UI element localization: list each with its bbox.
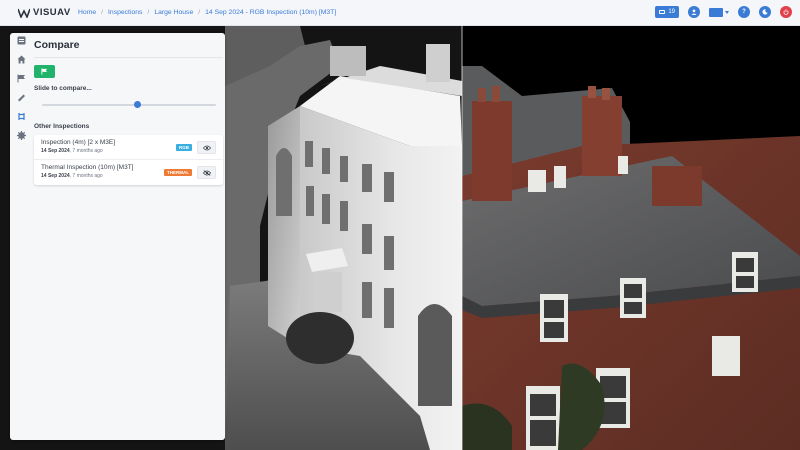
ruler-icon xyxy=(17,94,25,101)
dark-mode-button[interactable] xyxy=(759,6,771,18)
id-card-icon xyxy=(709,7,723,17)
gear-icon xyxy=(16,130,26,140)
flag-icon xyxy=(41,68,48,75)
messages-count: 19 xyxy=(668,9,675,15)
compare-panel-content: Compare Slide to compare... Other Inspec… xyxy=(34,33,223,185)
chevron-down-icon xyxy=(725,10,729,14)
list-item[interactable]: Thermal Inspection (10m) [M3T] 14 Sep 20… xyxy=(34,160,223,185)
logo-text: VISUAV xyxy=(33,7,71,18)
breadcrumb-inspections[interactable]: Inspections xyxy=(108,9,142,16)
nav-dashboard[interactable] xyxy=(15,34,27,46)
rgb-model-view xyxy=(462,26,800,450)
user-icon xyxy=(691,9,697,15)
nav-home[interactable] xyxy=(15,53,27,65)
thermal-tag: THERMAL xyxy=(164,169,192,176)
visibility-toggle[interactable] xyxy=(197,141,216,154)
moon-icon xyxy=(762,9,768,15)
top-bar: VISUAV Home / Inspections / Large House … xyxy=(0,0,800,26)
eye-slash-icon xyxy=(202,169,211,176)
inspection-date: 14 Sep 2024, 7 months ago xyxy=(41,148,103,154)
breadcrumb-separator: / xyxy=(147,9,150,16)
logo[interactable]: VISUAV xyxy=(18,7,78,18)
compare-panel: Compare Slide to compare... Other Inspec… xyxy=(10,33,225,440)
inspection-date: 14 Sep 2024, 7 months ago xyxy=(41,173,103,179)
logo-icon xyxy=(18,8,30,18)
side-nav xyxy=(10,34,32,141)
divider xyxy=(34,57,223,58)
slider-thumb[interactable] xyxy=(134,101,142,108)
messages-button[interactable]: 19 xyxy=(655,6,679,18)
rgb-tag: RGB xyxy=(176,144,192,151)
compare-icon xyxy=(17,112,25,120)
nav-compare[interactable] xyxy=(15,110,27,122)
panel-title: Compare xyxy=(34,39,80,51)
home-icon xyxy=(17,55,25,63)
inspection-list: Inspection (4m) [2 x M3E] 14 Sep 2024, 7… xyxy=(34,135,223,185)
breadcrumb-separator: / xyxy=(101,9,104,16)
power-icon xyxy=(783,9,789,15)
breadcrumb-separator: / xyxy=(198,9,201,16)
visibility-toggle[interactable] xyxy=(197,166,216,179)
breadcrumb-current[interactable]: 14 Sep 2024 - RGB Inspection (10m) [M3T] xyxy=(205,9,336,16)
slide-label: Slide to compare... xyxy=(34,85,92,92)
top-actions: 19 ? xyxy=(655,6,792,18)
flag-button[interactable] xyxy=(34,65,55,78)
nav-flags[interactable] xyxy=(15,72,27,84)
inspection-name: Thermal Inspection (10m) [M3T] xyxy=(41,164,134,171)
eye-icon xyxy=(202,145,211,150)
flag-icon xyxy=(17,74,25,82)
rgb-model-image xyxy=(462,26,800,450)
user-button[interactable] xyxy=(688,6,700,18)
help-button[interactable]: ? xyxy=(738,6,750,18)
compare-divider[interactable] xyxy=(461,26,463,450)
other-inspections-label: Other Inspections xyxy=(34,123,90,130)
compare-slider[interactable] xyxy=(42,101,216,109)
logout-button[interactable] xyxy=(780,6,792,18)
nav-settings[interactable] xyxy=(15,129,27,141)
breadcrumb-site[interactable]: Large House xyxy=(154,9,193,16)
help-icon: ? xyxy=(742,9,746,15)
inspection-name: Inspection (4m) [2 x M3E] xyxy=(41,139,116,146)
list-item[interactable]: Inspection (4m) [2 x M3E] 14 Sep 2024, 7… xyxy=(34,135,223,160)
envelope-icon xyxy=(659,10,666,14)
breadcrumb-home[interactable]: Home xyxy=(78,9,96,16)
id-card-button[interactable] xyxy=(709,6,729,18)
nav-measure[interactable] xyxy=(15,91,27,103)
dashboard-icon xyxy=(17,36,25,44)
slider-track[interactable] xyxy=(42,104,216,106)
breadcrumb: Home / Inspections / Large House / 14 Se… xyxy=(78,9,336,16)
